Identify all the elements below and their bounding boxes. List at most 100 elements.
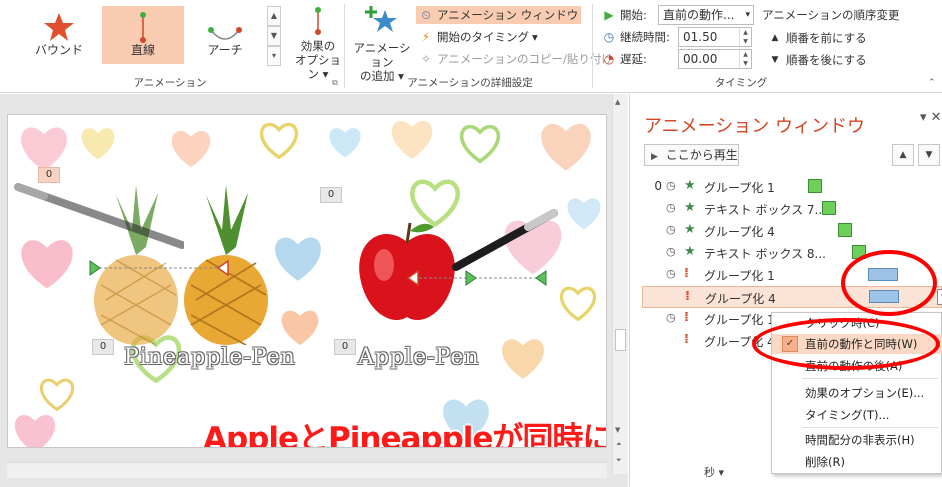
pen-left-image <box>14 183 184 249</box>
heart-decoration-icon <box>39 378 75 411</box>
animation-list-item[interactable]: 0 ◷ ★ グループ化 1 <box>642 176 942 198</box>
entrance-star-icon: ★ <box>684 200 696 215</box>
gallery-more-button[interactable]: ▾ <box>267 46 281 66</box>
timeline-bar[interactable] <box>852 245 866 259</box>
previous-slide-icon[interactable]: ⏶ <box>616 440 622 449</box>
collapse-ribbon-icon[interactable]: ⌃ <box>928 78 936 88</box>
menu-item-hide-timeline[interactable]: 時間配分の非表示(H) <box>772 430 942 450</box>
vertical-scrollbar[interactable]: ▲ ▼ ⏶ ⏷ <box>612 94 628 474</box>
add-animation-button[interactable]: アニメーション の追加 ▾ <box>348 4 416 83</box>
scroll-down-icon[interactable]: ▼ <box>615 426 620 434</box>
animation-list-item[interactable]: ◷ ★ テキスト ボックス 8... <box>642 242 942 264</box>
group-separator <box>592 4 593 88</box>
heart-decoration-icon <box>501 339 545 379</box>
animation-list-item-selected[interactable]: ⁞ グループ化 4 ▼ <box>642 286 942 308</box>
menu-item-label: 効果のオプション(E)... <box>805 386 925 400</box>
apple-pen-text[interactable]: Apple-Pen <box>358 345 480 370</box>
pane-title: アニメーション ウィンドウ <box>644 116 866 137</box>
move-up-button[interactable]: ▲ <box>892 144 914 166</box>
timeline-bar[interactable] <box>838 223 852 237</box>
triangle-up-icon: ▲ <box>771 33 779 43</box>
seconds-label: 秒 <box>704 466 715 479</box>
menu-item-on-click[interactable]: クリック時(C) <box>772 313 942 333</box>
gallery-item-line[interactable]: 直線 <box>102 6 184 64</box>
play-from-button[interactable]: ▶ ここから再生 <box>644 144 739 166</box>
clock-icon: ◷ <box>666 245 676 258</box>
gallery-item-label: アーチ <box>207 43 243 57</box>
lightning-icon: ⚡ <box>421 30 431 44</box>
trigger-button[interactable]: ⚡ 開始のタイミング ▾ <box>419 28 538 46</box>
gallery-item-bounce[interactable]: バウンド <box>18 6 100 64</box>
duration-label: 継続時間: <box>620 30 670 44</box>
pane-close-icon[interactable]: ▾ ✕ <box>920 110 942 125</box>
animation-list-item[interactable]: ◷ ★ グループ化 4 <box>642 220 942 242</box>
menu-item-effect-options[interactable]: 効果のオプション(E)... <box>772 383 942 403</box>
animation-painter-button[interactable]: ✧ アニメーションのコピー/貼り付け <box>419 50 613 68</box>
seconds-zoom-button[interactable]: 秒 ▾ <box>704 464 724 480</box>
triangle-down-icon: ▼ <box>771 55 779 65</box>
row-dropdown-button[interactable]: ▼ <box>937 289 942 305</box>
menu-item-label: クリック時(C) <box>805 316 880 330</box>
motion-path-left[interactable] <box>88 257 238 279</box>
timeline-bar[interactable] <box>808 179 822 193</box>
animation-list-item[interactable]: ◷ ⁞ グループ化 1 <box>642 264 942 286</box>
motion-path-right[interactable] <box>406 267 552 289</box>
menu-item-remove[interactable]: 削除(R) <box>772 452 942 472</box>
menu-item-timing[interactable]: タイミング(T)... <box>772 405 942 425</box>
item-name: グループ化 4 <box>704 335 775 349</box>
menu-item-after-previous[interactable]: 直前の動作の後(A) <box>772 356 942 376</box>
delay-label: 遅延: <box>620 52 647 66</box>
caption-text[interactable]: AppleとPineappleが同時に動く <box>203 413 606 447</box>
animation-group-label: アニメーション <box>133 77 207 89</box>
item-name: グループ化 1 <box>704 313 775 327</box>
heart-decoration-icon <box>559 286 597 321</box>
heart-decoration-icon <box>281 310 319 346</box>
animation-order-tag[interactable]: 0 <box>92 339 114 355</box>
delay-spinner[interactable]: ▲ ▼ <box>739 50 751 68</box>
timeline-bar[interactable] <box>868 268 898 281</box>
advanced-group-label: アニメーションの詳細設定 <box>407 77 533 89</box>
menu-separator <box>802 378 938 379</box>
move-down-button[interactable]: ▼ <box>918 144 940 166</box>
next-slide-icon[interactable]: ⏷ <box>616 456 622 465</box>
motion-path-icon: ⁞ <box>685 289 690 304</box>
timeline-bar[interactable] <box>869 290 899 303</box>
item-name: グループ化 1 <box>704 269 775 283</box>
animation-painter-label: アニメーションのコピー/貼り付け <box>437 52 613 66</box>
gallery-item-arc[interactable]: アーチ <box>184 6 266 64</box>
heart-decoration-icon <box>259 122 299 159</box>
heart-decoration-icon <box>459 124 501 163</box>
delay-value: 00.00 <box>683 52 718 66</box>
duration-spinner[interactable]: ▲ ▼ <box>739 28 751 46</box>
start-select[interactable]: 直前の動作... ▾ <box>658 5 754 25</box>
reorder-title: アニメーションの順序変更 <box>762 8 900 22</box>
slide-canvas[interactable]: 0 0 0 0 Pineapple-Pen Apple-Pen AppleとPi… <box>7 114 607 448</box>
menu-item-label: 直前の動作の後(A) <box>805 359 903 373</box>
heart-decoration-icon <box>275 237 321 281</box>
menu-item-with-previous[interactable]: ✓ 直前の動作と同時(W) <box>772 334 942 354</box>
animation-list-item[interactable]: ◷ ★ テキスト ボックス 7... <box>642 198 942 220</box>
duration-value: 01.50 <box>683 30 718 44</box>
heart-decoration-icon <box>541 123 591 171</box>
delay-input[interactable]: 00.00 ▲ ▼ <box>678 49 752 69</box>
dialog-launcher-icon[interactable]: ⧉ <box>332 78 338 88</box>
horizontal-scrollbar[interactable] <box>7 462 607 478</box>
timeline-bar[interactable] <box>822 201 836 215</box>
animation-pane-button[interactable]: ⏲ アニメーション ウィンドウ <box>416 6 582 24</box>
effect-options-button[interactable]: 効果の オプション ▾ <box>290 6 346 81</box>
animation-order-tag[interactable]: 0 <box>38 167 60 183</box>
duration-input[interactable]: 01.50 ▲ ▼ <box>678 27 752 47</box>
animation-order-tag[interactable]: 0 <box>320 187 342 203</box>
scroll-up-icon[interactable]: ▲ <box>615 98 620 106</box>
gallery-scroll-down-button[interactable]: ▼ <box>267 26 281 46</box>
gallery-scroll-up-button[interactable]: ▲ <box>267 6 281 26</box>
animation-order-tag[interactable]: 0 <box>334 339 356 355</box>
move-later-button[interactable]: ▼ 順番を後にする <box>768 51 867 69</box>
pineapple-pen-text[interactable]: Pineapple-Pen <box>124 345 296 370</box>
heart-decoration-icon <box>14 415 56 447</box>
chevron-down-icon: ▾ <box>532 30 538 44</box>
vertical-scroll-thumb[interactable] <box>615 329 626 351</box>
menu-separator <box>802 427 938 428</box>
move-earlier-button[interactable]: ▲ 順番を前にする <box>768 29 867 47</box>
entrance-star-icon: ★ <box>684 244 696 259</box>
